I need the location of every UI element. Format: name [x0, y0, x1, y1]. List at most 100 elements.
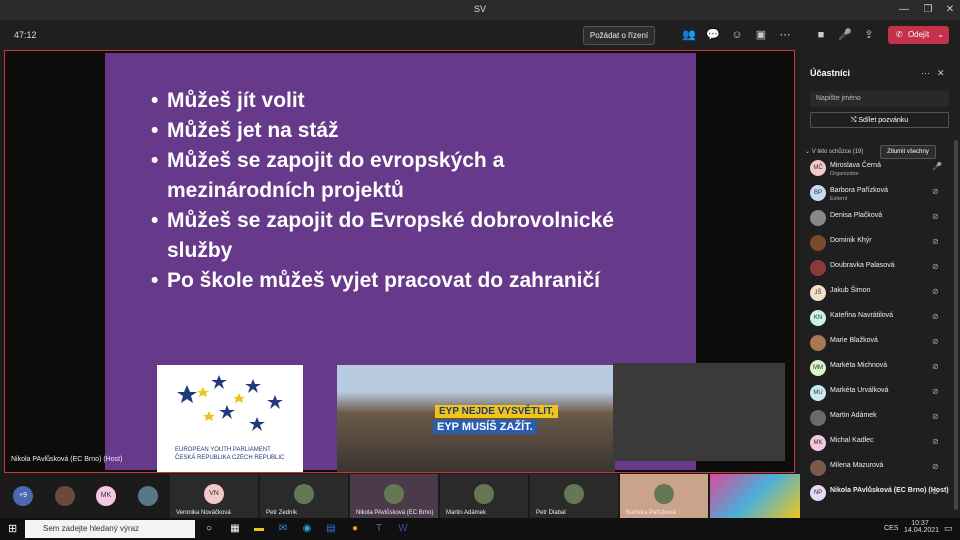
avatar — [55, 486, 75, 506]
word-icon[interactable]: W — [396, 522, 410, 536]
avatar: KN — [810, 310, 826, 326]
windows-taskbar: ⊞ Sem zadejte hledaný výraz ○ ▦ ▬ ✉ ◉ ▤ … — [0, 518, 960, 540]
video-tile-name: Barbora Pařízková — [626, 510, 676, 516]
more-icon[interactable]: ⋯ — [778, 28, 792, 42]
avatar: NP — [810, 485, 826, 501]
participant-name: Milena Mazurová — [830, 462, 884, 469]
video-tile[interactable]: Petr Dlabal — [530, 474, 618, 518]
maximize-icon[interactable]: ❐ — [921, 3, 935, 17]
close-icon[interactable]: ✕ — [943, 3, 957, 17]
chat-icon[interactable]: 💬 — [706, 28, 720, 42]
presentation-slide: • Můžeš jít volit • Můžeš jet na stáž • Můž… — [105, 53, 696, 472]
participant-row[interactable]: Denisa Plačková ⊘ — [810, 210, 950, 230]
participant-row[interactable]: Doubravka Palasová ⊘ — [810, 260, 950, 280]
mic-muted-icon: ⊘ — [932, 387, 939, 396]
chrome-icon[interactable]: ● — [348, 522, 362, 536]
mute-all-button[interactable]: Ztlumit všechny — [880, 145, 936, 159]
chevron-down-icon: ⌄ — [937, 30, 944, 39]
avatar — [810, 460, 826, 476]
teams-icon[interactable]: T — [372, 522, 386, 536]
people-icon[interactable]: 👥 — [682, 28, 696, 42]
task-view-icon[interactable]: ○ — [202, 522, 216, 536]
participant-row[interactable]: MK Michal Kadlec ⊘ — [810, 435, 950, 455]
participant-row[interactable]: Martin Adámek ⊘ — [810, 410, 950, 430]
video-tile[interactable]: Martin Adámek — [440, 474, 528, 518]
mic-icon[interactable]: 🎤 — [838, 28, 852, 42]
participant-search-input[interactable]: Napište jméno — [810, 91, 949, 107]
mic-muted-icon: ⊘ — [932, 337, 939, 346]
video-tile[interactable] — [710, 474, 800, 518]
in-meeting-section[interactable]: ⌄ V této schůzce (19) — [805, 148, 863, 155]
logo-line-1: EUROPEAN YOUTH PARLIAMENT — [175, 447, 271, 453]
participant-name: Markéta Michnová — [830, 362, 888, 369]
mic-muted-icon: ⊘ — [932, 412, 939, 421]
avatar: VN — [204, 484, 224, 504]
video-tile[interactable]: VN Veronika Nováčková — [170, 474, 258, 518]
mic-muted-icon: ⊘ — [932, 462, 939, 471]
language-indicator[interactable]: CES — [884, 525, 898, 532]
participant-name: Michal Kadlec — [830, 437, 874, 444]
shared-screen: • Můžeš jít volit • Můžeš jet na stáž • Můž… — [4, 50, 795, 473]
presenter-label: Nikola PAvlůsková (EC Brno) (Host) — [11, 456, 123, 463]
leave-label: Odejít — [907, 30, 930, 39]
avatar: MČ — [810, 160, 826, 176]
eyp-logo: EUROPEAN YOUTH PARLIAMENT ČESKÁ REPUBLIK… — [157, 365, 303, 472]
participant-row[interactable]: JŠ Jakub Šimon ⊘ — [810, 285, 950, 305]
participant-name: Nikola PAvlůsková (EC Brno) (Host) — [830, 487, 949, 494]
avatar — [810, 410, 826, 426]
participant-row[interactable]: KN Kateřina Navrátilová ⊘ — [810, 310, 950, 330]
edge-icon[interactable]: ◉ — [300, 522, 314, 536]
file-explorer-icon[interactable]: ▬ — [252, 522, 266, 536]
share-invite-button[interactable]: ⤭ Sdílet pozvánku — [810, 112, 949, 128]
mail-icon[interactable]: ✉ — [276, 522, 290, 536]
participant-name: Markéta Urválková — [830, 387, 889, 394]
close-icon[interactable]: ✕ — [937, 68, 945, 79]
participant-row[interactable]: NP Nikola PAvlůsková (EC Brno) (Host) ⊘ — [810, 485, 950, 505]
clock[interactable]: 10:37 14.04.2021 — [904, 520, 939, 534]
minimize-icon[interactable]: — — [897, 3, 911, 17]
mic-muted-icon: ⊘ — [932, 187, 939, 196]
video-tile-name: Petr Zedník — [266, 510, 298, 516]
notifications-icon[interactable]: ▭ — [944, 523, 953, 534]
mic-muted-icon: ⊘ — [932, 287, 939, 296]
share-icon[interactable]: ⇪ — [862, 28, 876, 42]
participant-row[interactable]: MU Markéta Urválková ⊘ — [810, 385, 950, 405]
more-icon[interactable]: ⋯ — [921, 68, 930, 79]
participant-name: Marie Blažková — [830, 337, 878, 344]
request-control-button[interactable]: Požádat o řízení — [583, 26, 655, 45]
participant-role: Organizátor — [830, 171, 859, 177]
windows-start-icon[interactable]: ⊞ — [8, 522, 17, 535]
slide-bullet: • Po škole můžeš vyjet pracovat do zahran… — [151, 269, 600, 292]
participant-name: Denisa Plačková — [830, 212, 883, 219]
reactions-icon[interactable]: ☺ — [730, 28, 744, 42]
participant-row[interactable]: Dominik Khýr ⊘ — [810, 235, 950, 255]
avatar: BP — [810, 185, 826, 201]
participant-row[interactable]: BP Barbora Pařízková Externí ⊘ — [810, 185, 950, 205]
video-tile-name: Nikola PAvlůsková (EC Brno) — [356, 510, 434, 516]
mic-icon: 🎤 — [932, 162, 942, 171]
video-tile[interactable]: Petr Zedník — [260, 474, 348, 518]
scrollbar[interactable] — [954, 140, 958, 510]
widgets-icon[interactable]: ▦ — [228, 522, 242, 536]
participant-row[interactable]: Marie Blažková ⊘ — [810, 335, 950, 355]
camera-icon[interactable]: ■ — [814, 28, 828, 42]
slide-bullet: • Můžeš jet na stáž — [151, 119, 339, 142]
taskbar-search-input[interactable]: Sem zadejte hledaný výraz — [25, 520, 195, 538]
participant-name: Dominik Khýr — [830, 237, 872, 244]
mic-muted-icon: ⊘ — [932, 262, 939, 271]
avatar — [654, 484, 674, 504]
leave-button[interactable]: ✆ Odejít ⌄ — [888, 26, 949, 44]
video-tile[interactable]: Nikola PAvlůsková (EC Brno) — [350, 474, 438, 518]
participant-row[interactable]: Milena Mazurová ⊘ — [810, 460, 950, 480]
store-icon[interactable]: ▤ — [324, 522, 338, 536]
rooms-icon[interactable]: ▣ — [754, 28, 768, 42]
participant-role: Externí — [830, 196, 848, 202]
video-overlay-tile — [613, 363, 785, 461]
participant-row[interactable]: MM Markéta Michnová ⊘ — [810, 360, 950, 380]
more-participants-badge[interactable]: +9 — [13, 486, 33, 506]
avatar — [810, 235, 826, 251]
panel-title: Účastníci — [810, 68, 851, 78]
slide-bullet: • Můžeš se zapojit do Evropské dobrovolni… — [151, 209, 614, 232]
participant-row[interactable]: MČ Miroslava Černá Organizátor 🎤 — [810, 160, 950, 180]
video-tile[interactable]: Barbora Pařízková — [620, 474, 708, 518]
